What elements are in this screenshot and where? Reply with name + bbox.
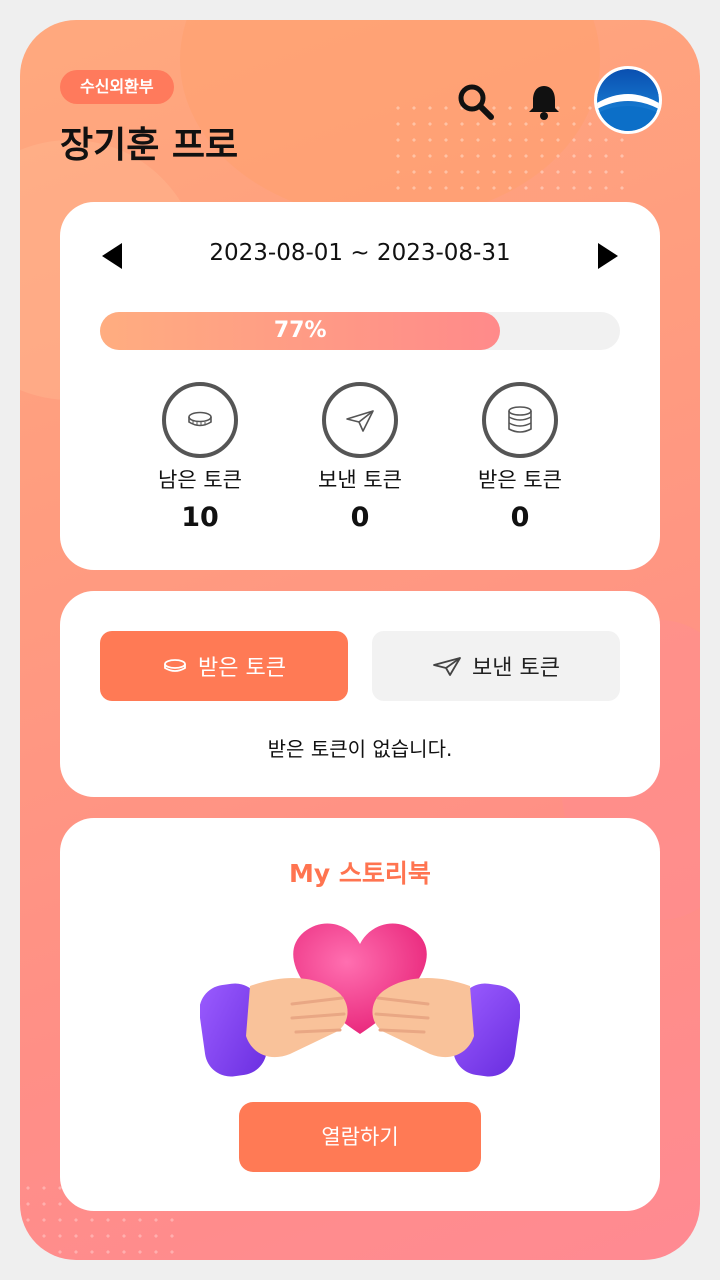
stat-value: 0 xyxy=(350,502,370,533)
bell-icon[interactable] xyxy=(524,82,564,122)
coin-icon xyxy=(164,659,186,672)
company-logo[interactable] xyxy=(594,66,662,134)
token-history-card: 받은 토큰 보낸 토큰 받은 토큰이 없습니다. xyxy=(60,591,660,797)
paper-plane-icon xyxy=(433,657,461,676)
paper-plane-icon xyxy=(322,382,398,458)
stat-received: 받은 토큰 0 xyxy=(440,382,600,533)
period-range: 2023-08-01 ~ 2023-08-31 xyxy=(209,240,511,266)
view-storybook-button[interactable]: 열람하기 xyxy=(239,1102,481,1172)
storybook-title: My 스토리북 xyxy=(289,859,431,888)
empty-state-message: 받은 토큰이 없습니다. xyxy=(267,737,453,761)
progress-bar: 77% xyxy=(100,312,620,350)
tab-sent-tokens[interactable]: 보낸 토큰 xyxy=(372,631,620,701)
stat-label: 보낸 토큰 xyxy=(318,468,402,492)
tab-received-tokens[interactable]: 받은 토큰 xyxy=(100,631,348,701)
department-badge: 수신외환부 xyxy=(60,70,174,104)
search-icon[interactable] xyxy=(456,82,496,122)
stat-label: 받은 토큰 xyxy=(478,468,562,492)
coin-icon xyxy=(162,382,238,458)
stat-remaining: 남은 토큰 10 xyxy=(120,382,280,533)
storybook-card: My 스토리북 열람하기 xyxy=(60,818,660,1211)
stat-value: 0 xyxy=(510,502,530,533)
next-period-icon[interactable] xyxy=(596,242,620,270)
logo-mark xyxy=(597,69,659,131)
tab-label: 받은 토큰 xyxy=(198,656,286,681)
user-name: 장기훈 프로 xyxy=(60,125,239,166)
progress-label: 77% xyxy=(273,318,327,343)
token-summary-card: 2023-08-01 ~ 2023-08-31 77% 남은 토큰 10 보낸 … xyxy=(60,202,660,570)
tab-label: 보낸 토큰 xyxy=(472,656,560,681)
stat-value: 10 xyxy=(181,502,219,533)
coin-stack-icon xyxy=(482,382,558,458)
heart-hands-illustration xyxy=(200,923,520,1077)
stat-sent: 보낸 토큰 0 xyxy=(280,382,440,533)
app-screen: 수신외환부 장기훈 프로 2023-08-01 ~ 2023-08-31 77%… xyxy=(20,20,700,1260)
stat-label: 남은 토큰 xyxy=(158,468,242,492)
